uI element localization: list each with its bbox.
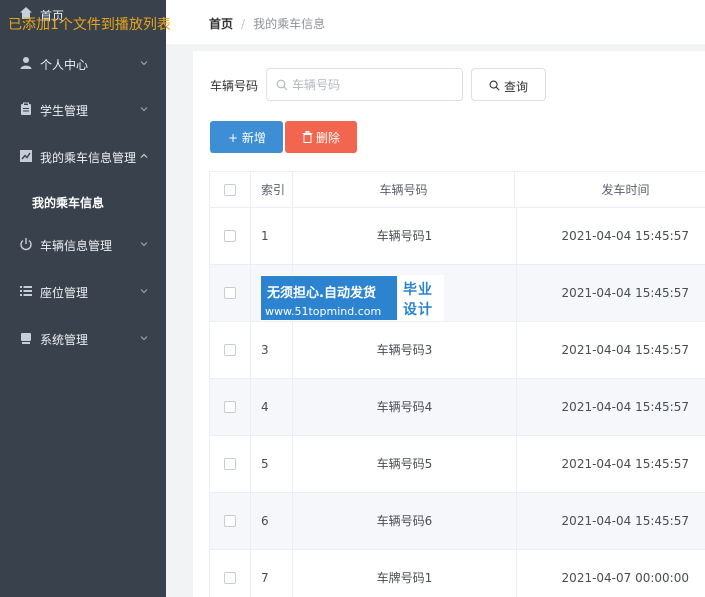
search-icon <box>276 79 288 91</box>
chevron-down-icon <box>139 103 149 113</box>
sidebar-item-student-management[interactable]: 学生管理 <box>0 86 166 132</box>
row-checkbox[interactable] <box>224 344 236 356</box>
watermark-url: www.51topmind.com <box>265 305 382 318</box>
sidebar-subitem-label: 我的乘车信息 <box>32 196 105 210</box>
sidebar-item-system-management[interactable]: 系统管理 <box>0 315 166 361</box>
cell-index: 4 <box>251 379 293 435</box>
cell-depart-time: 2021-04-04 15:45:57 <box>561 229 689 243</box>
table-row[interactable]: 6 车辆号码6 2021-04-04 15:45:57 <box>210 493 705 550</box>
cell-index: 3 <box>251 322 293 378</box>
watermark-badge: 毕业 设计 <box>397 276 443 320</box>
power-icon <box>19 237 33 251</box>
breadcrumb: 首页 / 我的乘车信息 <box>209 15 325 32</box>
trash-icon <box>302 131 313 143</box>
row-checkbox[interactable] <box>224 401 236 413</box>
table-row[interactable]: 4 车辆号码4 2021-04-04 15:45:57 <box>210 379 705 436</box>
cell-index: 6 <box>251 493 293 549</box>
row-select-cell <box>210 436 251 492</box>
sidebar-item-seat-management[interactable]: 座位管理 <box>0 268 166 314</box>
sidebar-item-label: 我的乘车信息管理 <box>40 151 137 165</box>
sidebar-item-personal-center[interactable]: 个人中心 <box>0 40 166 86</box>
row-checkbox[interactable] <box>224 230 236 242</box>
table-row[interactable]: 3 车辆号码3 2021-04-04 15:45:57 <box>210 322 705 379</box>
sidebar: 首页 个人中心 学生管理 我的乘车信息管理 我的乘车信息 车辆信息管理 座位管理… <box>0 0 166 597</box>
chevron-down-icon <box>139 57 149 67</box>
playlist-notification: 已添加1个文件到播放列表 <box>8 17 171 33</box>
column-header-depart-time: 发车时间 <box>601 183 650 197</box>
cell-vehicle-no: 车辆号码6 <box>293 493 517 549</box>
user-icon <box>19 56 33 70</box>
query-button-label: 查询 <box>504 80 529 94</box>
watermark-line1: 无须担心.自动发货 <box>267 286 376 301</box>
watermark-banner: 无须担心.自动发货 www.51topmind.com 毕业 设计 <box>260 275 444 321</box>
search-icon <box>489 80 500 91</box>
add-button[interactable]: + 新增 <box>210 121 283 153</box>
sidebar-item-label: 系统管理 <box>40 333 89 347</box>
row-select-cell <box>210 208 251 264</box>
breadcrumb-separator: / <box>241 17 246 31</box>
cell-depart-time: 2021-04-07 00:00:00 <box>561 571 689 585</box>
table-row[interactable]: 5 车辆号码5 2021-04-04 15:45:57 <box>210 436 705 493</box>
cell-depart-time: 2021-04-04 15:45:57 <box>561 400 689 414</box>
column-header-index: 索引 <box>251 172 293 208</box>
cell-index: 1 <box>251 208 293 264</box>
cell-vehicle-no: 车辆号码4 <box>293 379 517 435</box>
cell-depart-time: 2021-04-04 15:45:57 <box>561 457 689 471</box>
table-row[interactable]: 7 车牌号码1 2021-04-07 00:00:00 <box>210 550 705 597</box>
row-checkbox[interactable] <box>224 572 236 584</box>
chart-icon <box>19 149 33 163</box>
cell-index: 5 <box>251 436 293 492</box>
cell-vehicle-no: 车牌号码1 <box>293 550 517 597</box>
list-icon <box>19 284 33 298</box>
row-checkbox[interactable] <box>224 287 236 299</box>
select-all-checkbox[interactable] <box>224 184 236 196</box>
table-row[interactable]: 1 车辆号码1 2021-04-04 15:45:57 <box>210 208 705 265</box>
cell-depart-time: 2021-04-04 15:45:57 <box>561 286 689 300</box>
header-select-cell <box>210 172 251 208</box>
watermark-badge-line1: 毕业 <box>403 282 433 298</box>
sidebar-item-label: 车辆信息管理 <box>40 239 113 253</box>
breadcrumb-current: 我的乘车信息 <box>253 17 326 31</box>
sidebar-item-my-ride-info-management[interactable]: 我的乘车信息管理 <box>0 133 166 179</box>
row-select-cell <box>210 322 251 378</box>
chevron-down-icon <box>139 332 149 342</box>
row-select-cell <box>210 265 251 321</box>
cell-vehicle-no: 车辆号码5 <box>293 436 517 492</box>
cell-depart-time: 2021-04-04 15:45:57 <box>561 343 689 357</box>
chevron-up-icon <box>139 150 149 160</box>
ride-info-table: 索引 车辆号码 发车时间 1 车辆号码1 2021-04-04 15:45:57… <box>209 171 705 597</box>
sidebar-item-label: 学生管理 <box>40 104 89 118</box>
breadcrumb-home[interactable]: 首页 <box>209 17 233 31</box>
cell-index: 7 <box>251 550 293 597</box>
sidebar-subitem-my-ride-info[interactable]: 我的乘车信息 <box>0 179 166 223</box>
device-icon <box>19 331 33 345</box>
search-input[interactable] <box>292 75 457 95</box>
sidebar-item-vehicle-info-management[interactable]: 车辆信息管理 <box>0 221 166 267</box>
cell-vehicle-no: 车辆号码1 <box>293 208 517 264</box>
delete-button-label: 删除 <box>316 131 341 145</box>
chevron-down-icon <box>139 238 149 248</box>
row-select-cell <box>210 550 251 597</box>
topbar: 首页 / 我的乘车信息 <box>166 0 705 44</box>
watermark-badge-line2: 设计 <box>403 302 433 318</box>
clipboard-icon <box>19 102 33 116</box>
delete-button[interactable]: 删除 <box>285 121 357 153</box>
row-select-cell <box>210 493 251 549</box>
cell-depart-time: 2021-04-04 15:45:57 <box>561 514 689 528</box>
sidebar-item-label: 个人中心 <box>40 58 89 72</box>
row-checkbox[interactable] <box>224 458 236 470</box>
chevron-down-icon <box>139 285 149 295</box>
table-header: 索引 车辆号码 发车时间 <box>210 171 705 208</box>
add-button-label: + 新增 <box>228 131 266 145</box>
search-field[interactable] <box>266 68 463 101</box>
search-label: 车辆号码 <box>210 79 259 93</box>
sidebar-item-label: 座位管理 <box>40 286 89 300</box>
column-header-vehicle-no: 车辆号码 <box>293 172 515 208</box>
row-checkbox[interactable] <box>224 515 236 527</box>
query-button[interactable]: 查询 <box>471 68 546 101</box>
row-select-cell <box>210 379 251 435</box>
cell-vehicle-no: 车辆号码3 <box>293 322 517 378</box>
